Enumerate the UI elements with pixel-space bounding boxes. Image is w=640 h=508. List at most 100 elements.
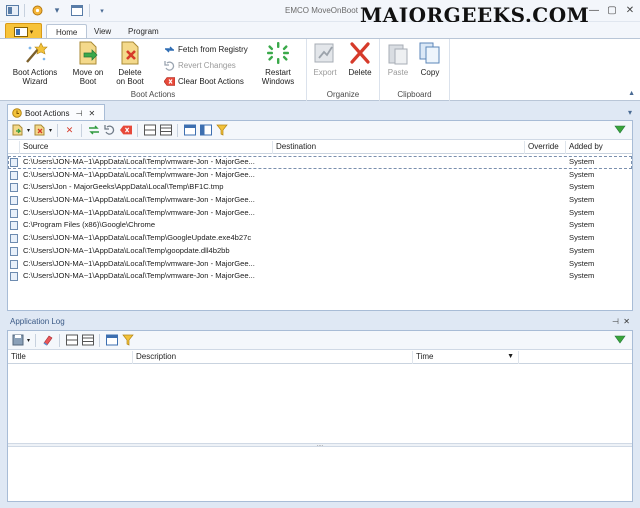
window-title: EMCO MoveOnBoot [285, 6, 358, 15]
delete-on-boot-button[interactable]: Delete on Boot [108, 41, 152, 86]
delete-x-icon [350, 42, 370, 64]
group-label-clipboard: Clipboard [397, 90, 432, 99]
boot-actions-wizard-button[interactable]: Boot Actions Wizard [8, 41, 62, 86]
log-details-area [8, 448, 632, 501]
grid-view-icon[interactable] [105, 334, 118, 347]
filter-icon[interactable] [614, 334, 626, 346]
table-row[interactable]: C:\Users\JON-MA~1\AppData\Local\Temp\vmw… [8, 194, 632, 207]
collapse-all-icon[interactable] [65, 334, 78, 347]
column-destination[interactable]: Destination [273, 141, 525, 154]
delete-x-icon[interactable]: ✕ [63, 124, 76, 137]
restart-windows-button[interactable]: Restart Windows [254, 41, 302, 86]
column-time-label: Time [416, 352, 434, 361]
cell-source: C:\Users\JON-MA~1\AppData\Local\Temp\Goo… [23, 233, 252, 243]
expand-all-icon[interactable] [159, 124, 172, 137]
delete-file-icon[interactable] [33, 124, 46, 137]
column-time[interactable]: Time ▼ [413, 351, 519, 364]
copy-icon [419, 42, 440, 64]
table-row[interactable]: C:\Users\JON-MA~1\AppData\Local\Temp\Goo… [8, 232, 632, 245]
column-description[interactable]: Description [133, 351, 413, 364]
clear-boot-actions-label: Clear Boot Actions [178, 77, 244, 86]
column-override[interactable]: Override [525, 141, 566, 154]
tab-view[interactable]: View [85, 24, 120, 39]
delete-on-boot-label: Delete on Boot [116, 68, 144, 86]
settings-icon[interactable] [29, 3, 45, 18]
clear-boot-actions-button[interactable]: Clear Boot Actions [164, 76, 244, 87]
wizard-icon [26, 42, 48, 63]
cell-source: C:\Users\JON-MA~1\AppData\Local\Temp\vmw… [23, 195, 255, 205]
maximize-icon[interactable]: ▢ [606, 3, 618, 17]
pin-icon[interactable]: ⊣ [612, 317, 619, 326]
group-organize: Export Delete Organize [307, 39, 380, 101]
refresh-icon[interactable] [87, 124, 100, 137]
copy-button[interactable]: Copy [415, 41, 445, 77]
chevron-down-icon[interactable]: ▾ [27, 337, 30, 344]
tab-boot-actions[interactable]: Boot Actions ⊣ ✕ [7, 104, 105, 121]
sort-descending-icon: ▼ [507, 353, 514, 360]
file-icon [10, 246, 18, 256]
fetch-from-registry-button[interactable]: Fetch from Registry [164, 44, 248, 55]
app-menu-icon[interactable] [4, 3, 20, 18]
export-button[interactable]: Export [310, 41, 340, 77]
paste-button[interactable]: Paste [383, 41, 413, 77]
close-icon[interactable]: ✕ [623, 317, 630, 326]
ribbon-collapse-icon[interactable]: ▲ [628, 90, 635, 97]
restart-windows-label: Restart Windows [261, 68, 295, 86]
revert-changes-button[interactable]: Revert Changes [164, 60, 236, 71]
table-row[interactable]: C:\Program Files (x86)\Google\Chrome Syst… [8, 219, 632, 232]
expand-all-icon[interactable] [81, 334, 94, 347]
grid-view-icon[interactable] [183, 124, 196, 137]
application-log-title: Application Log [10, 317, 65, 326]
chevron-down-icon[interactable]: ▾ [49, 127, 52, 134]
chevron-down-icon[interactable]: ▾ [49, 3, 65, 18]
pin-icon[interactable]: ⊣ [75, 109, 82, 118]
move-on-boot-button[interactable]: Move on Boot [66, 41, 110, 86]
chevron-down-icon[interactable]: ▾ [27, 127, 30, 134]
column-source[interactable]: Source [20, 141, 273, 154]
cell-source: C:\Users\JON-MA~1\AppData\Local\Temp\goo… [23, 245, 230, 255]
undo-icon[interactable] [103, 124, 116, 137]
filter-icon[interactable] [215, 124, 228, 137]
filter-icon[interactable] [121, 334, 134, 347]
minimize-icon[interactable]: — [588, 3, 600, 17]
file-menu-button[interactable]: ▾ [5, 23, 42, 39]
paste-label: Paste [387, 68, 409, 77]
collapse-all-icon[interactable] [143, 124, 156, 137]
application-log-panel: ▾ Title Description Time ▼ .... [7, 330, 633, 502]
document-list-dropdown-icon[interactable]: ▾ [628, 108, 632, 117]
move-on-boot-label: Move on Boot [72, 68, 104, 86]
file-icon [10, 196, 18, 206]
customize-qat-icon[interactable]: ▾ [94, 3, 110, 18]
eraser-icon[interactable] [41, 334, 54, 347]
column-title[interactable]: Title [8, 351, 133, 364]
file-icon [10, 259, 18, 269]
tab-program[interactable]: Program [119, 24, 168, 39]
group-boot-actions: Boot Actions Wizard Move on Boot Delete … [0, 39, 307, 101]
table-row[interactable]: C:\Users\JON-MA~1\AppData\Local\Temp\vmw… [8, 270, 632, 283]
save-log-icon[interactable] [11, 334, 24, 347]
table-row[interactable]: C:\Users\JON-MA~1\AppData\Local\Temp\vmw… [8, 258, 632, 271]
cell-added-by: System [569, 233, 595, 243]
close-icon[interactable]: ✕ [624, 3, 636, 17]
group-clipboard: Paste Copy Clipboard [380, 39, 450, 101]
move-file-icon[interactable] [11, 124, 24, 137]
table-row[interactable]: C:\Users\JON-MA~1\AppData\Local\Temp\vmw… [8, 207, 632, 220]
window-icon[interactable] [69, 3, 85, 18]
cell-added-by: System [569, 271, 595, 281]
revert-changes-label: Revert Changes [178, 61, 236, 70]
clear-icon[interactable] [119, 124, 132, 137]
close-icon[interactable]: ✕ [88, 109, 95, 118]
columns-icon[interactable] [199, 124, 212, 137]
cell-source: C:\Users\JON-MA~1\AppData\Local\Temp\vmw… [23, 207, 255, 217]
cell-source: C:\Program Files (x86)\Google\Chrome [23, 220, 156, 230]
log-splitter[interactable]: .... [8, 442, 632, 448]
table-row[interactable]: C:\Users\Jon - MajorGeeks\AppData\Local\… [8, 181, 632, 194]
table-row[interactable]: C:\Users\JON-MA~1\AppData\Local\Temp\vmw… [8, 169, 632, 182]
filter-icon[interactable] [614, 124, 626, 136]
window-controls: — ▢ ✕ [588, 3, 636, 17]
column-added-by[interactable]: Added by [566, 141, 632, 154]
ribbon-tabs: ▾ Home View Program [0, 22, 640, 40]
table-row[interactable]: C:\Users\JON-MA~1\AppData\Local\Temp\vmw… [8, 156, 632, 169]
delete-button[interactable]: Delete [344, 41, 376, 77]
table-row[interactable]: C:\Users\JON-MA~1\AppData\Local\Temp\goo… [8, 245, 632, 258]
